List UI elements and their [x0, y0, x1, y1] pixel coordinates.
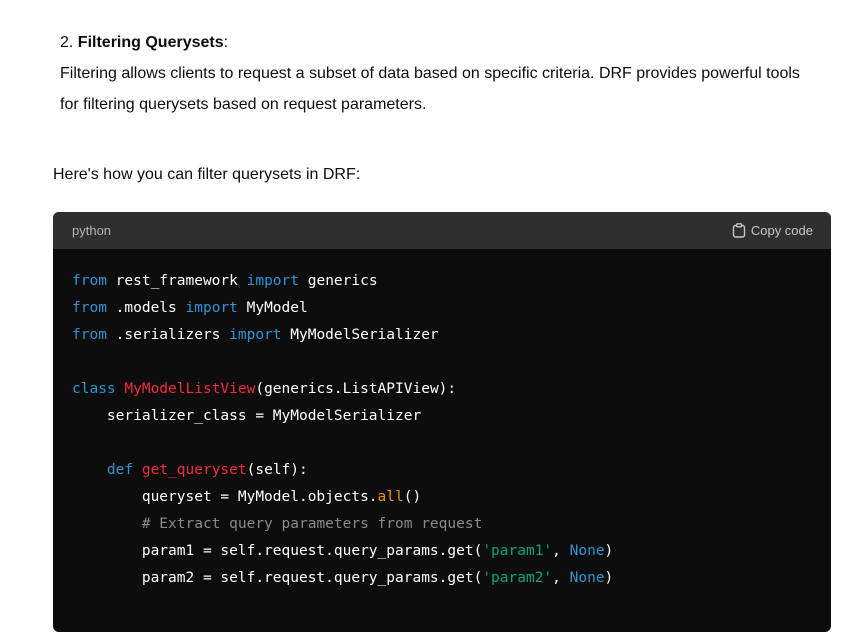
code-token: MyModel — [237, 300, 308, 316]
code-token: import — [185, 300, 238, 316]
code-token: MyModelListView — [124, 381, 256, 397]
intro-paragraph: Here's how you can filter querysets in D… — [53, 166, 361, 183]
code-token: param2 = self.request.query_params.get( — [72, 570, 483, 586]
code-token: , — [552, 570, 570, 586]
code-token: .models — [106, 300, 186, 316]
code-token: () — [403, 489, 422, 505]
code-token: (self): — [246, 462, 308, 478]
code-line: def get_queryset(self): — [72, 457, 831, 484]
code-token: queryset = MyModel.objects. — [72, 489, 378, 505]
code-line: from .serializers import MyModelSerializ… — [72, 322, 831, 349]
code-token: from — [72, 273, 107, 289]
code-token: ) — [604, 570, 614, 586]
code-token: # Extract query parameters from request — [141, 516, 483, 532]
code-token: serializer_class = MyModelSerializer — [72, 408, 422, 424]
item-body: Filtering allows clients to request a su… — [60, 65, 800, 113]
code-token: 'param2' — [482, 570, 553, 586]
code-content: from rest_framework import generics from … — [53, 249, 831, 592]
code-line: # Extract query parameters from request — [72, 511, 831, 538]
code-token: MyModelSerializer — [281, 327, 439, 343]
code-token: generics — [299, 273, 378, 289]
code-token: ) — [604, 543, 614, 559]
code-token: (generics.ListAPIView): — [255, 381, 457, 397]
code-token: class — [72, 381, 116, 397]
clipboard-icon — [732, 223, 746, 238]
item-title: Filtering Querysets — [77, 34, 224, 51]
copy-code-button[interactable]: Copy code — [732, 223, 813, 238]
code-token: None — [569, 543, 605, 559]
item-title-suffix: : — [223, 34, 229, 51]
code-token: , — [552, 543, 570, 559]
code-token: 'param1' — [482, 543, 553, 559]
code-line: param2 = self.request.query_params.get('… — [72, 565, 831, 592]
code-token: import — [246, 273, 299, 289]
code-token: all — [377, 489, 404, 505]
code-line: param1 = self.request.query_params.get('… — [72, 538, 831, 565]
code-line: serializer_class = MyModelSerializer — [72, 403, 831, 430]
item-number: 2. — [60, 34, 74, 51]
list-item-filtering: 2. Filtering Querysets: Filtering allows… — [60, 27, 800, 120]
code-line: class MyModelListView(generics.ListAPIVi… — [72, 376, 831, 403]
code-token: import — [229, 327, 282, 343]
copy-code-label: Copy code — [750, 223, 813, 238]
code-token: .serializers — [106, 327, 230, 343]
code-line: from rest_framework import generics — [72, 268, 831, 295]
code-token: param1 = self.request.query_params.get( — [72, 543, 483, 559]
code-token: def — [106, 462, 134, 478]
code-language-label: python — [72, 223, 112, 238]
code-block: python Copy code from rest_framework imp… — [53, 212, 831, 632]
code-token: from — [72, 327, 107, 343]
code-line: queryset = MyModel.objects.all() — [72, 484, 831, 511]
code-line: from .models import MyModel — [72, 295, 831, 322]
code-token: rest_framework — [106, 273, 247, 289]
code-token: get_queryset — [141, 462, 247, 478]
code-header: python Copy code — [53, 212, 831, 249]
code-token: from — [72, 300, 107, 316]
code-token: None — [569, 570, 605, 586]
